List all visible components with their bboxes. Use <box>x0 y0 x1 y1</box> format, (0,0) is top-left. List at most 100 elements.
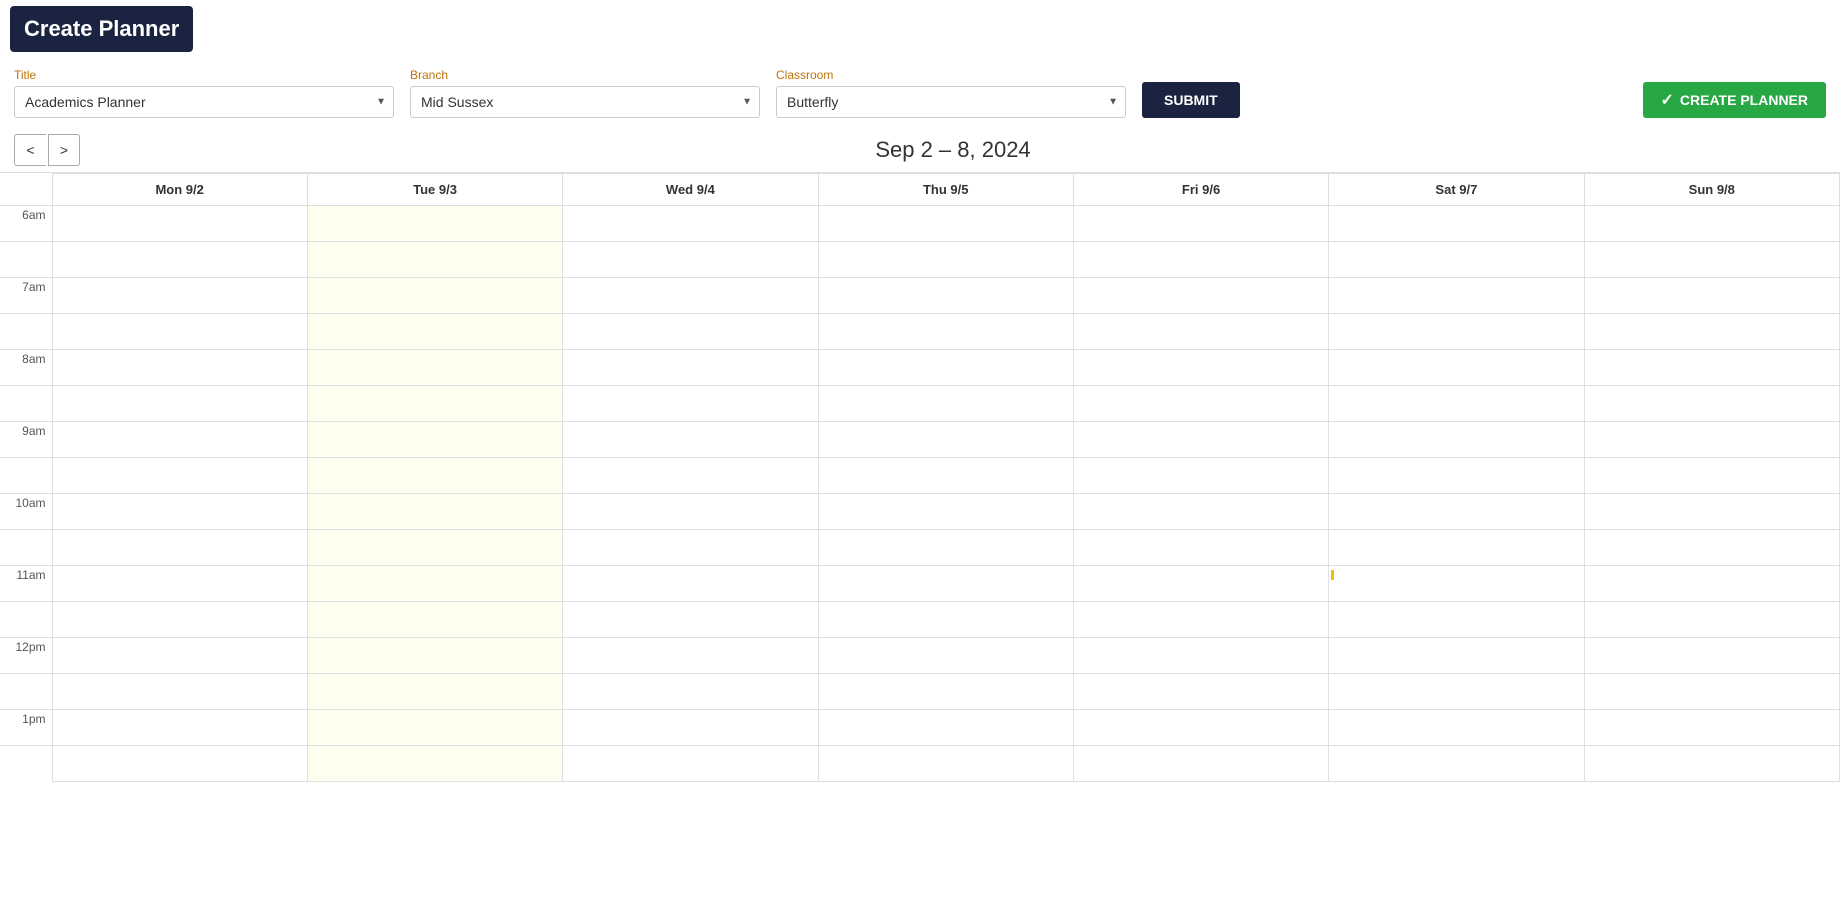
calendar-cell[interactable] <box>1073 710 1328 746</box>
classroom-select-wrapper[interactable]: Butterfly Room A Room B <box>776 86 1126 118</box>
calendar-cell-half[interactable] <box>818 458 1073 494</box>
calendar-cell-half[interactable] <box>52 602 307 638</box>
calendar-cell[interactable] <box>307 206 562 242</box>
classroom-select[interactable]: Butterfly Room A Room B <box>776 86 1126 118</box>
calendar-cell[interactable] <box>563 350 818 386</box>
calendar-cell-half[interactable] <box>1584 386 1839 422</box>
calendar-cell[interactable] <box>52 350 307 386</box>
calendar-cell[interactable] <box>563 206 818 242</box>
calendar-cell[interactable] <box>1329 710 1584 746</box>
calendar-cell-half[interactable] <box>307 674 562 710</box>
calendar-cell-half[interactable] <box>52 242 307 278</box>
calendar-cell-half[interactable] <box>1073 746 1328 782</box>
create-planner-button[interactable]: ✓ CREATE PLANNER <box>1643 82 1826 118</box>
calendar-cell[interactable] <box>563 422 818 458</box>
calendar-cell-half[interactable] <box>307 242 562 278</box>
title-select-wrapper[interactable]: Academics Planner Science Planner Math P… <box>14 86 394 118</box>
calendar-cell-half[interactable] <box>1073 530 1328 566</box>
calendar-cell-half[interactable] <box>1584 674 1839 710</box>
calendar-cell-half[interactable] <box>1329 602 1584 638</box>
calendar-cell-half[interactable] <box>1329 458 1584 494</box>
calendar-cell[interactable] <box>563 638 818 674</box>
calendar-cell-half[interactable] <box>307 386 562 422</box>
calendar-cell-half[interactable] <box>563 386 818 422</box>
calendar-cell[interactable] <box>1329 206 1584 242</box>
calendar-cell-half[interactable] <box>307 458 562 494</box>
calendar-cell[interactable] <box>818 566 1073 602</box>
branch-select-wrapper[interactable]: Mid Sussex East Sussex West Sussex <box>410 86 760 118</box>
calendar-cell-half[interactable] <box>818 530 1073 566</box>
prev-week-button[interactable]: < <box>14 134 46 166</box>
calendar-cell[interactable] <box>1073 422 1328 458</box>
calendar-cell[interactable] <box>1329 422 1584 458</box>
calendar-cell-half[interactable] <box>818 674 1073 710</box>
calendar-cell[interactable] <box>307 566 562 602</box>
calendar-cell[interactable] <box>563 494 818 530</box>
calendar-cell[interactable] <box>1329 566 1584 602</box>
calendar-cell-half[interactable] <box>52 674 307 710</box>
calendar-cell[interactable] <box>307 422 562 458</box>
calendar-cell-half[interactable] <box>1073 242 1328 278</box>
calendar-cell[interactable] <box>818 494 1073 530</box>
calendar-cell[interactable] <box>307 494 562 530</box>
calendar-cell[interactable] <box>818 422 1073 458</box>
calendar-cell[interactable] <box>52 278 307 314</box>
calendar-cell[interactable] <box>307 710 562 746</box>
calendar-cell[interactable] <box>52 494 307 530</box>
calendar-cell-half[interactable] <box>1584 602 1839 638</box>
calendar-cell[interactable] <box>52 638 307 674</box>
calendar-cell-half[interactable] <box>563 242 818 278</box>
calendar-cell[interactable] <box>1073 206 1328 242</box>
calendar-cell[interactable] <box>1584 206 1839 242</box>
calendar-cell-half[interactable] <box>1584 242 1839 278</box>
calendar-cell-half[interactable] <box>563 746 818 782</box>
calendar-cell-half[interactable] <box>563 602 818 638</box>
calendar-cell-half[interactable] <box>1073 386 1328 422</box>
calendar-cell-half[interactable] <box>52 530 307 566</box>
calendar-cell[interactable] <box>1073 566 1328 602</box>
calendar-cell-half[interactable] <box>1073 602 1328 638</box>
calendar-cell[interactable] <box>1073 278 1328 314</box>
calendar-cell[interactable] <box>563 710 818 746</box>
calendar-cell-half[interactable] <box>1329 314 1584 350</box>
calendar-cell[interactable] <box>818 278 1073 314</box>
calendar-cell-half[interactable] <box>818 386 1073 422</box>
calendar-cell[interactable] <box>1329 350 1584 386</box>
calendar-cell[interactable] <box>1329 638 1584 674</box>
calendar-cell[interactable] <box>1584 278 1839 314</box>
calendar-cell-half[interactable] <box>1584 530 1839 566</box>
calendar-cell-half[interactable] <box>52 458 307 494</box>
calendar-cell[interactable] <box>563 566 818 602</box>
calendar-cell-half[interactable] <box>1584 458 1839 494</box>
calendar-cell-half[interactable] <box>1584 746 1839 782</box>
calendar-cell[interactable] <box>818 206 1073 242</box>
calendar-cell[interactable] <box>818 350 1073 386</box>
calendar-cell[interactable] <box>52 206 307 242</box>
calendar-cell-half[interactable] <box>1329 530 1584 566</box>
calendar-cell[interactable] <box>1584 422 1839 458</box>
calendar-cell-half[interactable] <box>1584 314 1839 350</box>
branch-select[interactable]: Mid Sussex East Sussex West Sussex <box>410 86 760 118</box>
calendar-cell[interactable] <box>818 638 1073 674</box>
calendar-cell-half[interactable] <box>563 458 818 494</box>
calendar-cell[interactable] <box>1073 350 1328 386</box>
calendar-cell-half[interactable] <box>307 314 562 350</box>
calendar-cell[interactable] <box>52 566 307 602</box>
calendar-cell[interactable] <box>307 638 562 674</box>
calendar-cell[interactable] <box>563 278 818 314</box>
calendar-cell[interactable] <box>1584 350 1839 386</box>
calendar-cell-half[interactable] <box>1073 458 1328 494</box>
calendar-cell[interactable] <box>1584 494 1839 530</box>
calendar-cell[interactable] <box>1329 278 1584 314</box>
submit-button[interactable]: SUBMIT <box>1142 82 1240 118</box>
next-week-button[interactable]: > <box>48 134 80 166</box>
calendar-cell-half[interactable] <box>1329 674 1584 710</box>
calendar-cell[interactable] <box>1584 638 1839 674</box>
calendar-cell-half[interactable] <box>818 242 1073 278</box>
calendar-cell[interactable] <box>307 278 562 314</box>
calendar-cell[interactable] <box>52 422 307 458</box>
calendar-cell-half[interactable] <box>563 314 818 350</box>
calendar-cell[interactable] <box>1073 494 1328 530</box>
calendar-cell[interactable] <box>1584 566 1839 602</box>
calendar-cell-half[interactable] <box>52 314 307 350</box>
